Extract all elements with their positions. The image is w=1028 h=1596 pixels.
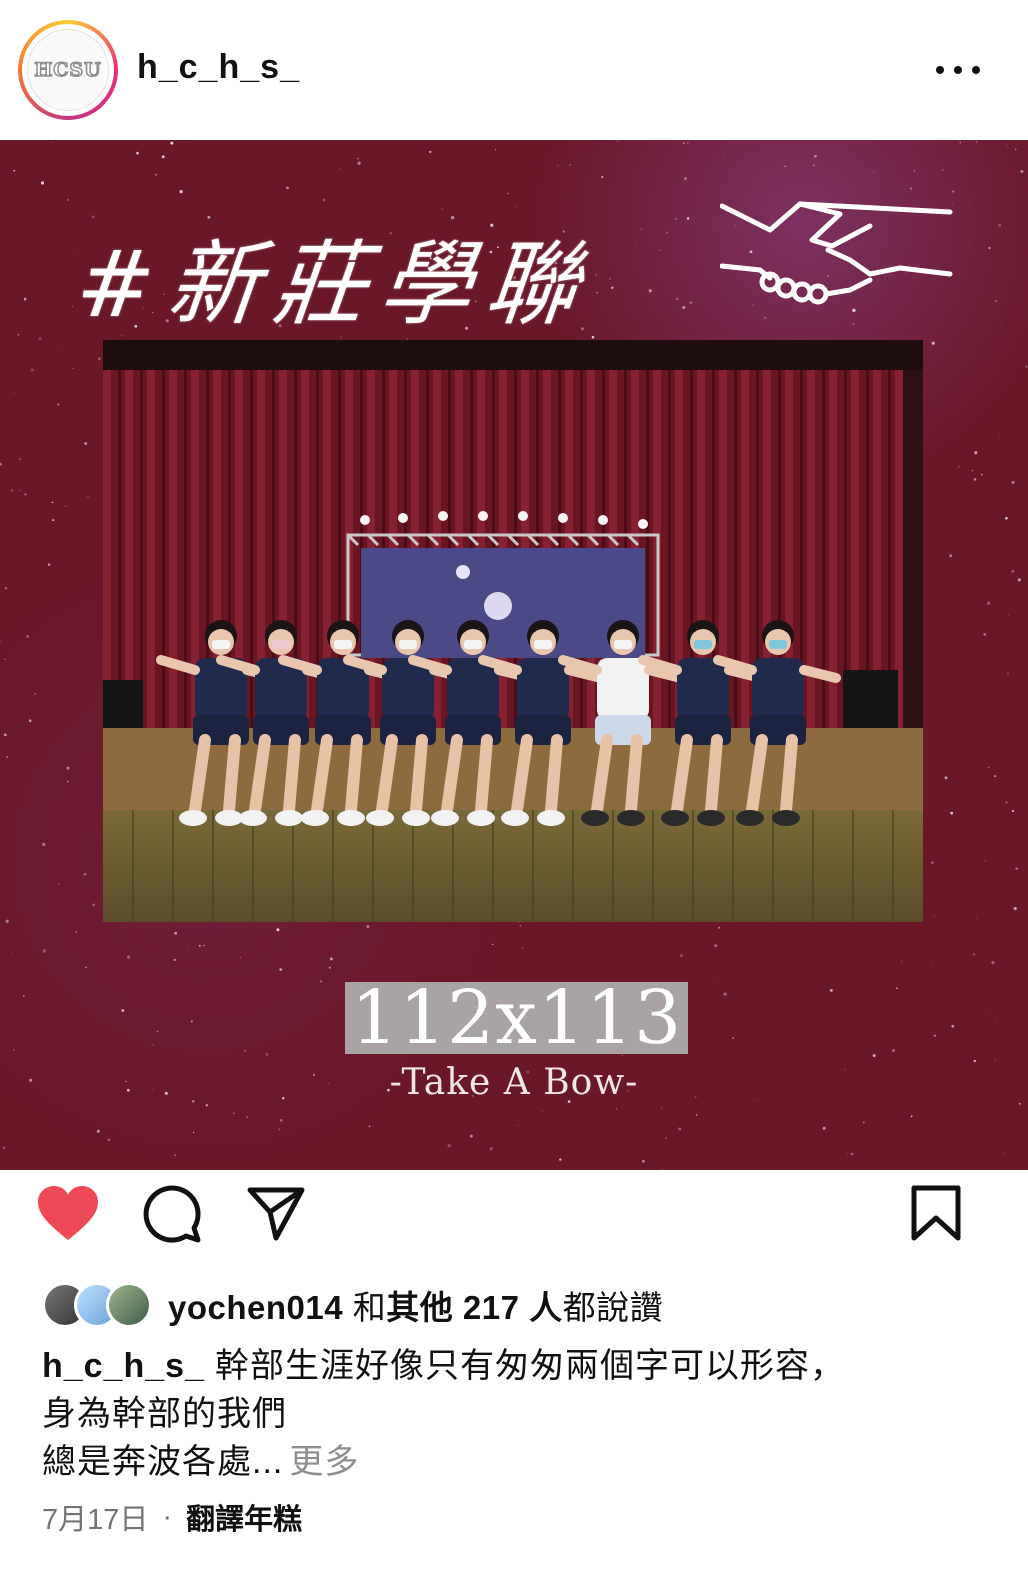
liker-username[interactable]: yochen014 (168, 1289, 343, 1326)
post-date: 7月17日 (42, 1504, 149, 1536)
likes-row[interactable]: yochen014 和其他 217 人都說讚 (42, 1276, 663, 1334)
tagline: -Take A Bow- (389, 1062, 639, 1103)
post-headline: #新莊學聯 (71, 231, 598, 338)
action-bar (0, 1170, 1028, 1270)
liker-avatar (106, 1282, 152, 1328)
more-options-icon[interactable] (936, 62, 980, 78)
likes-others-link[interactable]: 其他 217 人 (386, 1289, 562, 1326)
share-icon[interactable] (246, 1184, 306, 1242)
like-heart-icon[interactable] (36, 1184, 100, 1242)
caption: h_c_h_s_ 幹部生涯好像只有匆匆兩個字可以形容， 身為幹部的我們 總是奔波各… (42, 1342, 992, 1486)
caption-line: 幹部生涯好像只有匆匆兩個字可以形容， (215, 1347, 845, 1385)
separator: · (162, 1500, 173, 1533)
caption-username[interactable]: h_c_h_s_ (42, 1347, 205, 1385)
likes-summary: yochen014 和其他 217 人都說讚 (168, 1289, 664, 1326)
translate-link[interactable]: 翻譯年糕 (186, 1496, 302, 1538)
caption-line: 總是奔波各處... (42, 1443, 284, 1481)
caption-line: 身為幹部的我們 (42, 1395, 287, 1433)
post-header: HCSU h_c_h_s_ (0, 0, 1028, 142)
group-photo (103, 340, 923, 922)
post-footer: 7月17日 · 翻譯年糕 (42, 1496, 302, 1538)
hcsu-logo: HCSU (27, 29, 109, 111)
post-image[interactable]: #新莊學聯 112x113 -Take A Bow- (0, 140, 1028, 1170)
year-label: 112x113 (345, 981, 689, 1055)
avatar[interactable]: HCSU (18, 20, 118, 120)
handshake-icon (720, 201, 953, 305)
bookmark-icon[interactable] (910, 1184, 962, 1242)
comment-icon[interactable] (142, 1184, 202, 1244)
caption-more-link[interactable]: 更多 (289, 1443, 359, 1481)
username[interactable]: h_c_h_s_ (137, 48, 300, 87)
